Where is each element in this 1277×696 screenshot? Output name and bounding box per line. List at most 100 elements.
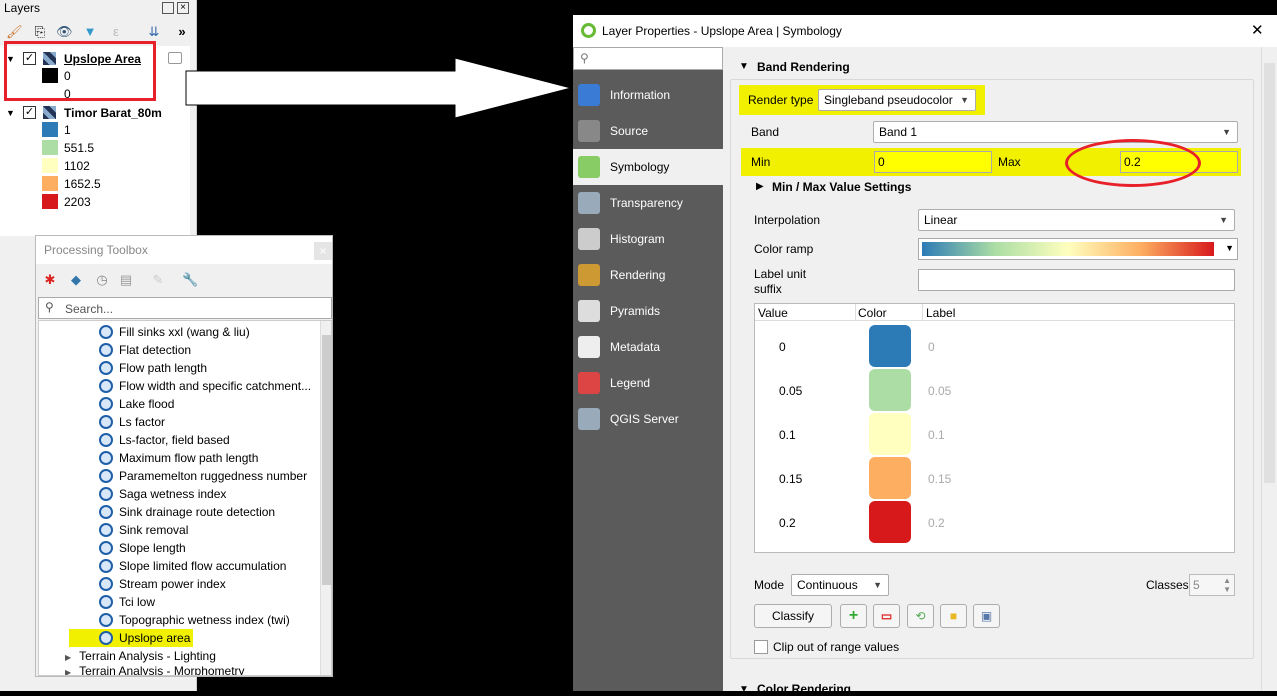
- class-color-swatch[interactable]: [869, 369, 911, 411]
- layer-name[interactable]: Timor Barat_80m: [64, 104, 162, 122]
- models-icon[interactable]: ✱: [42, 272, 58, 288]
- class-value[interactable]: 0.05: [779, 384, 802, 398]
- sidebar-item-transparency[interactable]: Transparency: [573, 185, 723, 221]
- class-label[interactable]: 0.1: [928, 428, 945, 442]
- toolbox-search-input[interactable]: ⚲ Search...: [38, 297, 332, 319]
- expression-filter-icon[interactable]: ε: [108, 24, 124, 40]
- export-colormap-button[interactable]: ▣: [973, 604, 1000, 628]
- layer-indicator-icon[interactable]: [168, 52, 182, 64]
- results-icon[interactable]: ▤: [118, 272, 134, 288]
- algorithm-item[interactable]: Saga wetness index: [99, 485, 226, 503]
- class-label[interactable]: 0.05: [928, 384, 951, 398]
- color-ramp-button[interactable]: ▼: [918, 238, 1238, 260]
- table-row[interactable]: 00: [755, 324, 1225, 368]
- visibility-icon[interactable]: 👁: [56, 24, 73, 40]
- class-value[interactable]: 0.1: [779, 428, 796, 442]
- sidebar-item-qgis-server[interactable]: QGIS Server: [573, 401, 723, 437]
- collapse-arrow-icon[interactable]: ▼: [739, 684, 749, 695]
- scrollbar[interactable]: [320, 321, 331, 675]
- scrollbar[interactable]: [1261, 47, 1277, 691]
- algorithm-item[interactable]: Slope limited flow accumulation: [99, 557, 286, 575]
- clip-checkbox[interactable]: [754, 640, 768, 654]
- class-label[interactable]: 0.15: [928, 472, 951, 486]
- algorithm-group[interactable]: ▶ Terrain Analysis - Morphometry: [65, 662, 245, 675]
- algorithm-item[interactable]: Maximum flow path length: [99, 449, 258, 467]
- algorithm-item[interactable]: Flat detection: [99, 341, 191, 359]
- close-icon[interactable]: ✕: [1251, 15, 1264, 47]
- class-color-swatch[interactable]: [869, 457, 911, 499]
- class-color-swatch[interactable]: [869, 325, 911, 367]
- band-rendering-header[interactable]: Band Rendering: [757, 60, 850, 74]
- expand-arrow-icon[interactable]: ▶: [756, 181, 764, 192]
- algorithm-item[interactable]: Tci low: [99, 593, 155, 611]
- algorithm-item[interactable]: Ls-factor, field based: [99, 431, 230, 449]
- mode-select[interactable]: Continuous ▼: [791, 574, 889, 596]
- add-class-button[interactable]: +: [840, 604, 867, 628]
- expand-arrow-icon[interactable]: ▼: [6, 104, 15, 122]
- class-value[interactable]: 0: [779, 340, 786, 354]
- sidebar-item-metadata[interactable]: Metadata: [573, 329, 723, 365]
- sidebar-item-pyramids[interactable]: Pyramids: [573, 293, 723, 329]
- layer-checkbox[interactable]: ✓: [23, 106, 36, 119]
- more-icon[interactable]: »: [174, 24, 190, 40]
- float-icon[interactable]: [162, 2, 174, 14]
- collapse-arrow-icon[interactable]: ▼: [739, 61, 749, 72]
- edit-in-place-icon[interactable]: ✎: [150, 272, 166, 288]
- min-input[interactable]: 0: [874, 151, 992, 173]
- column-header[interactable]: Value: [758, 306, 788, 320]
- sidebar-item-symbology[interactable]: Symbology: [573, 149, 723, 185]
- table-row[interactable]: 0.1 0.1: [755, 412, 1225, 456]
- sidebar-item-histogram[interactable]: Histogram: [573, 221, 723, 257]
- options-icon[interactable]: 🔧: [182, 272, 198, 288]
- sidebar-item-legend[interactable]: Legend: [573, 365, 723, 401]
- class-value[interactable]: 0.15: [779, 472, 802, 486]
- close-icon[interactable]: ×: [314, 242, 332, 260]
- algorithm-item[interactable]: Flow width and specific catchment...: [99, 377, 311, 395]
- algorithm-item[interactable]: Stream power index: [99, 575, 226, 593]
- algorithm-item[interactable]: Slope length: [99, 539, 186, 557]
- sidebar-search-input[interactable]: ⚲: [573, 47, 723, 70]
- class-label[interactable]: 0.2: [928, 516, 945, 530]
- band-select[interactable]: Band 1 ▼: [873, 121, 1238, 143]
- table-row[interactable]: 0.05 0.05: [755, 368, 1225, 412]
- table-row[interactable]: 0.15 0.15: [755, 456, 1225, 500]
- algorithm-item[interactable]: Ls factor: [99, 413, 165, 431]
- load-colormap-button[interactable]: ■: [940, 604, 967, 628]
- algorithm-item[interactable]: Sink drainage route detection: [99, 503, 275, 521]
- class-value[interactable]: 0.2: [779, 516, 796, 530]
- column-header[interactable]: Color: [858, 306, 887, 320]
- style-icon[interactable]: 🖌: [6, 24, 23, 40]
- table-row[interactable]: 0.2 0.2: [755, 500, 1225, 544]
- algorithm-item[interactable]: Paramemelton ruggedness number: [99, 467, 307, 485]
- reverse-colors-button[interactable]: ⟲: [907, 604, 934, 628]
- python-icon[interactable]: ◆: [68, 272, 84, 288]
- classes-spinbox[interactable]: 5 ▲ ▼: [1189, 574, 1235, 596]
- algorithm-item[interactable]: Flow path length: [99, 359, 207, 377]
- interpolation-select[interactable]: Linear ▼: [918, 209, 1235, 231]
- minmax-settings-header[interactable]: Min / Max Value Settings: [772, 180, 911, 194]
- history-icon[interactable]: ◷: [94, 272, 110, 288]
- remove-class-button[interactable]: ▭: [873, 604, 900, 628]
- algorithm-item[interactable]: Lake flood: [99, 395, 174, 413]
- algorithm-item[interactable]: Topographic wetness index (twi): [99, 611, 290, 629]
- expand-arrow-icon[interactable]: ▶: [65, 668, 71, 675]
- class-label[interactable]: 0: [928, 340, 935, 354]
- sidebar-item-source[interactable]: Source: [573, 113, 723, 149]
- filter-icon[interactable]: ▼: [82, 24, 98, 40]
- algorithm-item[interactable]: Fill sinks xxl (wang & liu): [99, 323, 250, 341]
- label-unit-suffix-input[interactable]: [918, 269, 1235, 291]
- classify-button[interactable]: Classify: [754, 604, 832, 628]
- sidebar-item-rendering[interactable]: Rendering: [573, 257, 723, 293]
- color-rendering-header[interactable]: Color Rendering: [757, 682, 851, 696]
- sidebar-item-information[interactable]: Information: [573, 77, 723, 113]
- expand-arrow-icon[interactable]: ▶: [65, 653, 71, 662]
- render-type-select[interactable]: Singleband pseudocolor ▼: [818, 89, 976, 111]
- add-group-icon[interactable]: ⎘: [32, 24, 48, 40]
- algorithm-item[interactable]: Upslope area: [69, 629, 193, 647]
- class-color-swatch[interactable]: [869, 413, 911, 455]
- class-color-swatch[interactable]: [869, 501, 911, 543]
- algorithm-item[interactable]: Sink removal: [99, 521, 188, 539]
- column-header[interactable]: Label: [926, 306, 955, 320]
- expand-icon[interactable]: ⇊: [146, 24, 162, 40]
- close-icon[interactable]: ×: [177, 2, 189, 14]
